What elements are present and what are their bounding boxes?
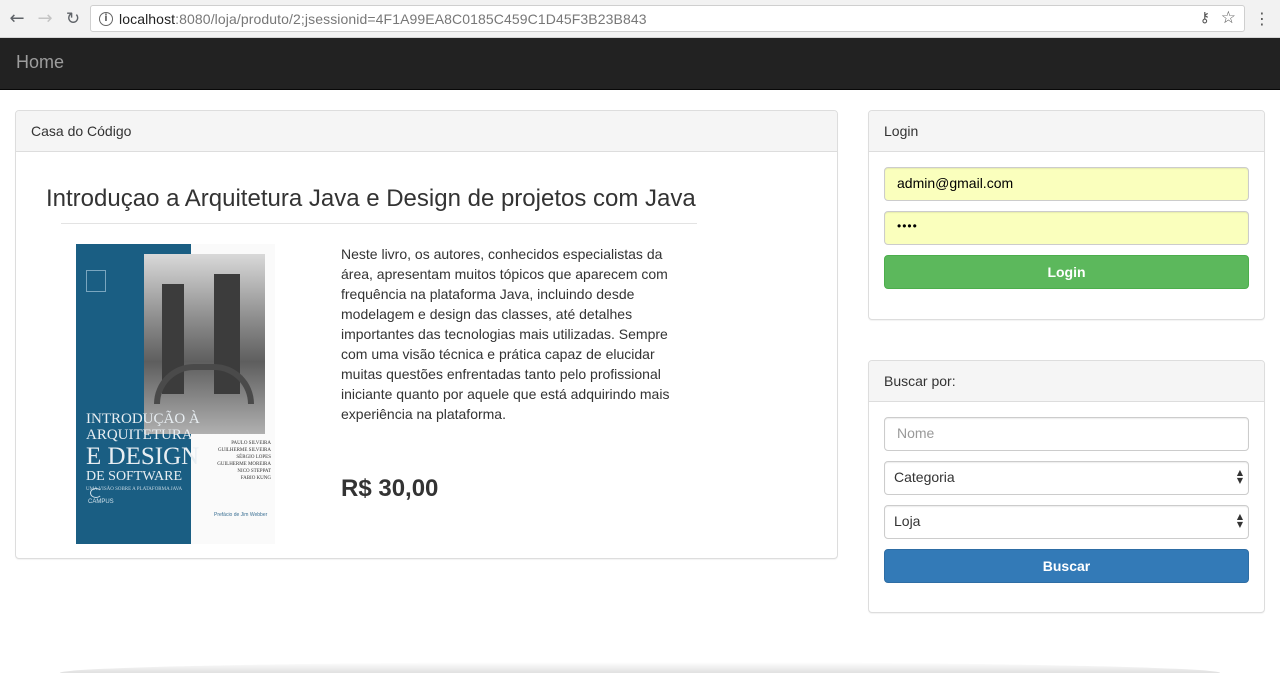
cover-authors: PAULO SILVEIRA GUILHERME SILVEIRA SÉRGIO… [201, 440, 271, 482]
more-menu-icon[interactable]: ⋮ [1254, 8, 1270, 30]
cover-author: GUILHERME MOREIRA [217, 462, 271, 467]
cover-title-line-3: E DESIGN [86, 443, 200, 470]
store-select[interactable]: Loja ▲ ▼ [884, 505, 1249, 539]
cover-author: SÉRGIO LOPES [236, 455, 271, 460]
cover-author: NICO STEPPAT [237, 469, 271, 474]
window-shadow [60, 662, 1220, 673]
key-icon[interactable]: ⚷ [1200, 10, 1210, 26]
book-cover-image: INTRODUÇÃO À ARQUITETURA E DESIGN DE SOF… [76, 244, 275, 544]
back-arrow-icon[interactable]: ← [6, 8, 28, 30]
url-path: :8080/loja/produto/2;jsessionid=4F1A99EA… [175, 11, 647, 27]
cover-publisher: CAMPUS [88, 499, 114, 505]
reload-icon[interactable]: ↻ [62, 8, 84, 30]
forward-arrow-icon[interactable]: → [34, 8, 56, 30]
cover-title-line-4: DE SOFTWARE [86, 469, 183, 484]
cover-preface: Prefácio de Jim Webber [214, 512, 268, 518]
cover-title-line-2: ARQUITETURA [86, 427, 193, 443]
browser-toolbar: ← → ↻ i localhost:8080/loja/produto/2;js… [0, 0, 1280, 38]
cover-title: INTRODUÇÃO À ARQUITETURA E DESIGN DE SOF… [86, 411, 200, 493]
category-select[interactable]: Categoria ▲ ▼ [884, 461, 1249, 495]
cover-title-line-1: INTRODUÇÃO À [86, 411, 200, 427]
product-price: R$ 30,00 [341, 475, 439, 502]
login-button[interactable]: Login [884, 255, 1249, 289]
select-arrows-icon: ▲ ▼ [1236, 512, 1243, 529]
address-bar[interactable]: i localhost:8080/loja/produto/2;jsession… [90, 5, 1245, 32]
search-button[interactable]: Buscar [884, 549, 1249, 583]
category-select-value: Categoria [894, 469, 955, 485]
campus-logo-icon [90, 488, 102, 498]
password-field[interactable]: •••• [884, 211, 1249, 245]
bookmark-star-icon[interactable]: ☆ [1221, 8, 1236, 28]
title-divider [61, 223, 697, 224]
search-panel: Buscar por: Nome Categoria ▲ ▼ Loja ▲ ▼ Bu… [868, 360, 1265, 613]
home-link[interactable]: Home [16, 52, 64, 73]
product-description: Neste livro, os autores, conhecidos espe… [341, 246, 670, 422]
product-panel-heading: Casa do Código [16, 111, 837, 152]
url-host: localhost [119, 11, 176, 27]
name-search-input[interactable]: Nome [884, 417, 1249, 451]
select-arrows-icon: ▲ ▼ [1236, 468, 1243, 485]
cover-author: FABIO KUNG [240, 476, 271, 481]
cover-illustration [144, 254, 265, 434]
email-field[interactable]: admin@gmail.com [884, 167, 1249, 201]
cover-author: GUILHERME SILVEIRA [217, 448, 271, 453]
publisher-logo-icon [86, 270, 106, 292]
store-select-value: Loja [894, 513, 921, 529]
cover-author: PAULO SILVEIRA [231, 441, 271, 446]
login-panel: Login admin@gmail.com •••• Login [868, 110, 1265, 320]
product-title: Introduçao a Arquitetura Java e Design d… [46, 185, 696, 212]
navbar: Home [0, 38, 1280, 90]
cover-subtitle: UMA VISÃO SOBRE A PLATAFORMA JAVA [86, 487, 183, 492]
url-text[interactable]: localhost:8080/loja/produto/2;jsessionid… [119, 11, 647, 27]
product-panel: Casa do Código Introduçao a Arquitetura … [15, 110, 838, 559]
info-icon[interactable]: i [99, 12, 113, 26]
login-panel-heading: Login [869, 111, 1264, 152]
search-panel-heading: Buscar por: [869, 361, 1264, 402]
